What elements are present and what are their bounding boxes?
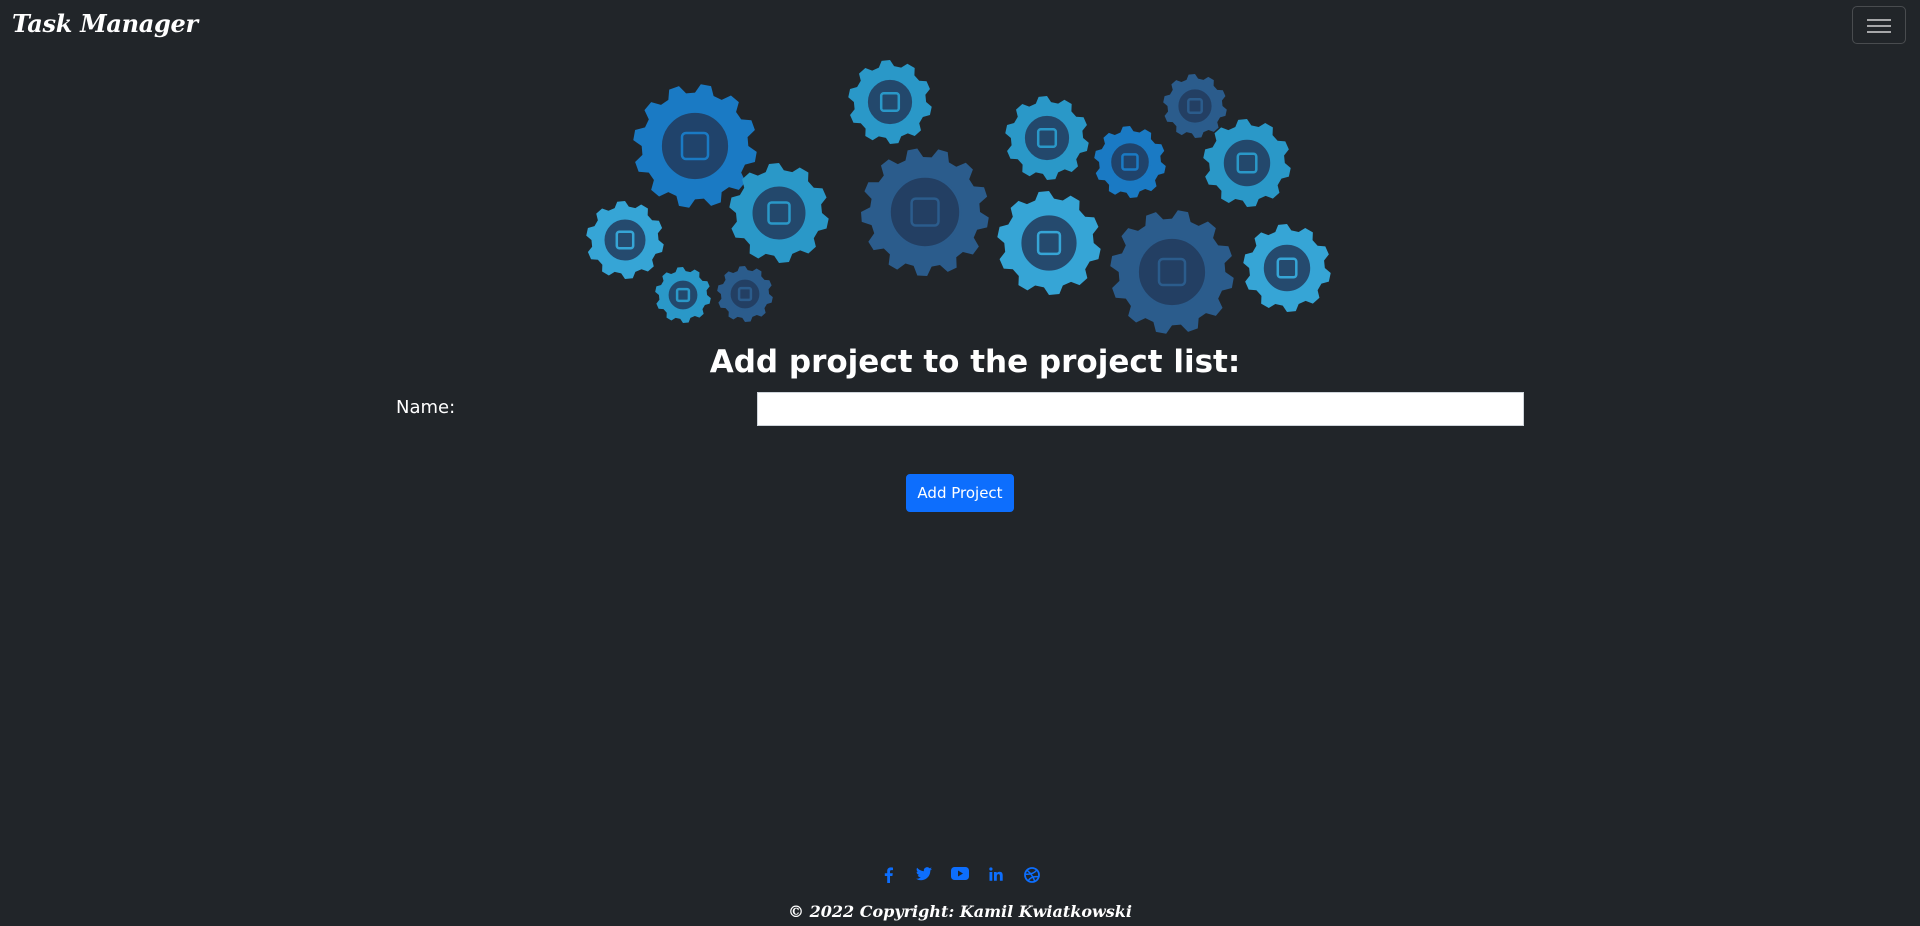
- page-title: Add project to the project list:: [709, 344, 1241, 380]
- name-label: Name:: [396, 397, 456, 418]
- facebook-icon[interactable]: [877, 864, 899, 886]
- calendar-gear: [1005, 96, 1089, 180]
- pie-chart-gear: [729, 163, 829, 263]
- lightbulb-gear: [861, 148, 989, 276]
- bar-chart-gear: [1163, 74, 1227, 138]
- copyright-text: © 2022 Copyright: Kamil Kwiatkowski: [788, 902, 1132, 921]
- puzzle-gear: [717, 266, 773, 322]
- brand-link[interactable]: Task Manager: [12, 9, 198, 38]
- store-gear: [586, 201, 664, 279]
- gold-bars-gear: [1243, 224, 1331, 312]
- twitter-icon[interactable]: [913, 864, 935, 886]
- team-gear: [1110, 210, 1234, 334]
- add-project-button[interactable]: Add Project: [906, 474, 1014, 512]
- target-gear: [633, 84, 757, 208]
- navbar-toggler-button[interactable]: [1852, 6, 1906, 44]
- linkedin-icon[interactable]: [985, 864, 1007, 886]
- credit-card-gear: [997, 191, 1101, 295]
- social-links: [0, 864, 1920, 886]
- youtube-icon[interactable]: [949, 864, 971, 886]
- magnifier-gear: [655, 267, 711, 323]
- clipboard-checklist-gear: [1203, 119, 1291, 207]
- dribbble-icon[interactable]: [1021, 864, 1043, 886]
- navbar: Task Manager: [0, 0, 1920, 52]
- gears-illustration: [586, 60, 1331, 334]
- project-name-input[interactable]: [757, 392, 1524, 426]
- presentation-chart-gear: [848, 60, 932, 144]
- briefcase-gear: [1094, 126, 1166, 198]
